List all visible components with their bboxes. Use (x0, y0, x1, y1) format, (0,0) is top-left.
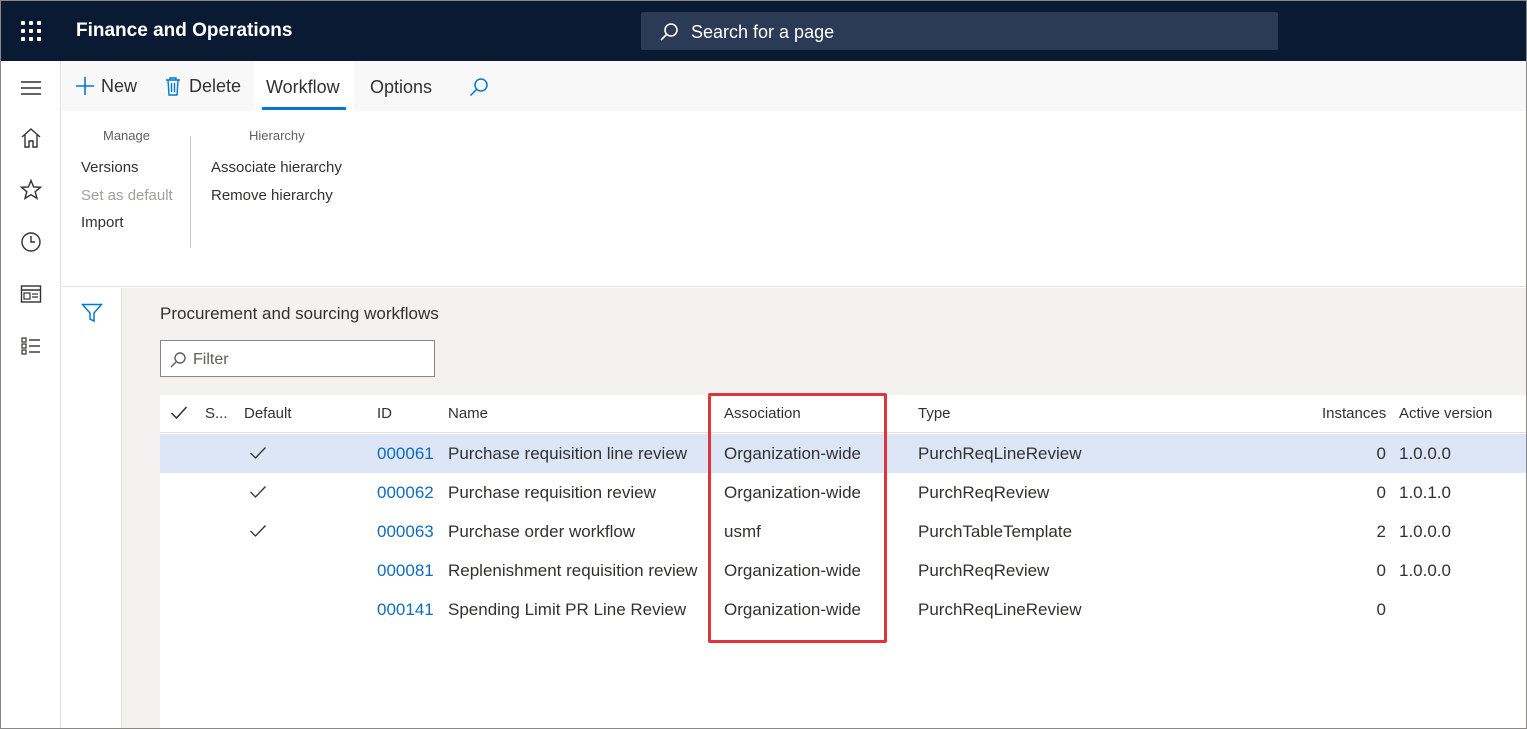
home-icon[interactable] (19, 126, 43, 150)
search-placeholder: Search for a page (691, 22, 835, 42)
row-id-link[interactable]: 000141 (377, 600, 434, 620)
waffle-icon[interactable] (19, 19, 43, 43)
search-icon (170, 352, 186, 368)
row-instances: 0 (1376, 600, 1386, 619)
plus-icon (76, 77, 94, 95)
column-header-instances[interactable]: Instances (1322, 405, 1386, 422)
delete-button[interactable]: Delete (162, 75, 241, 97)
workspace-icon[interactable] (19, 282, 43, 306)
remove-hierarchy-button[interactable]: Remove hierarchy (211, 187, 333, 204)
column-header-type[interactable]: Type (918, 405, 951, 422)
tab-options[interactable]: Options (370, 77, 432, 98)
row-active-version: 1.0.0.0 (1399, 561, 1451, 580)
column-header-status[interactable]: S... (205, 405, 228, 422)
row-name: Spending Limit PR Line Review (448, 600, 687, 619)
row-id-link[interactable]: 000081 (377, 561, 434, 581)
row-id-link[interactable]: 000061 (377, 444, 434, 464)
set-as-default-button[interactable]: Set as default (81, 187, 173, 204)
row-id-link[interactable]: 000063 (377, 522, 434, 542)
tab-workflow[interactable]: Workflow (266, 77, 340, 98)
row-type: PurchReqLineReview (918, 444, 1082, 463)
row-type: PurchTableTemplate (918, 522, 1073, 541)
filter-icon[interactable] (81, 303, 103, 323)
versions-button[interactable]: Versions (81, 159, 139, 176)
row-name: Purchase requisition line review (448, 444, 688, 463)
search-icon[interactable] (468, 76, 490, 98)
search-box[interactable]: Search for a page (641, 12, 1278, 50)
group-title-manage: Manage (103, 128, 150, 143)
top-bar: Finance and Operations Search for a page (1, 1, 1526, 61)
new-button[interactable]: New (74, 75, 137, 97)
clock-icon[interactable] (19, 230, 43, 254)
row-name: Purchase order workflow (448, 522, 636, 541)
active-tab-indicator (262, 107, 346, 110)
column-header-name[interactable]: Name (448, 405, 488, 422)
row-name: Purchase requisition review (448, 483, 656, 502)
row-type: PurchReqReview (918, 483, 1050, 502)
association-column-highlight (708, 393, 887, 643)
list-icon[interactable] (19, 334, 43, 358)
row-instances: 0 (1376, 561, 1386, 580)
row-active-version: 1.0.0.0 (1399, 444, 1451, 463)
group-divider (190, 136, 191, 248)
app-frame: Finance and Operations Search for a page (0, 0, 1527, 729)
star-icon[interactable] (19, 178, 43, 202)
import-button[interactable]: Import (81, 214, 124, 231)
row-instances: 0 (1376, 444, 1386, 463)
column-header-default[interactable]: Default (244, 405, 292, 422)
checkmark-icon (250, 525, 266, 537)
row-active-version: 1.0.1.0 (1399, 483, 1451, 502)
filter-pane-strip (62, 288, 122, 728)
hamburger-icon[interactable] (19, 76, 43, 100)
row-instances: 2 (1376, 522, 1386, 541)
search-icon (660, 23, 678, 41)
column-header-id[interactable]: ID (377, 405, 392, 422)
row-name: Replenishment requisition review (448, 561, 698, 580)
page-title: Procurement and sourcing workflows (160, 304, 439, 323)
new-label: New (101, 75, 138, 96)
row-instances: 0 (1376, 483, 1386, 502)
select-all-checkmark-icon[interactable] (170, 405, 188, 421)
associate-hierarchy-button[interactable]: Associate hierarchy (211, 159, 342, 176)
column-header-active-version[interactable]: Active version (1399, 405, 1492, 422)
delete-label: Delete (189, 75, 242, 96)
filter-input[interactable]: Filter (160, 340, 435, 377)
row-id-link[interactable]: 000062 (377, 483, 434, 503)
row-type: PurchReqReview (918, 561, 1050, 580)
filter-placeholder: Filter (193, 351, 229, 368)
trash-icon (166, 77, 180, 96)
checkmark-icon (250, 486, 266, 498)
left-nav (1, 61, 61, 728)
app-title: Finance and Operations (76, 20, 293, 41)
row-type: PurchReqLineReview (918, 600, 1082, 619)
row-active-version: 1.0.0.0 (1399, 522, 1451, 541)
checkmark-icon (250, 447, 266, 459)
group-title-hierarchy: Hierarchy (249, 128, 305, 143)
